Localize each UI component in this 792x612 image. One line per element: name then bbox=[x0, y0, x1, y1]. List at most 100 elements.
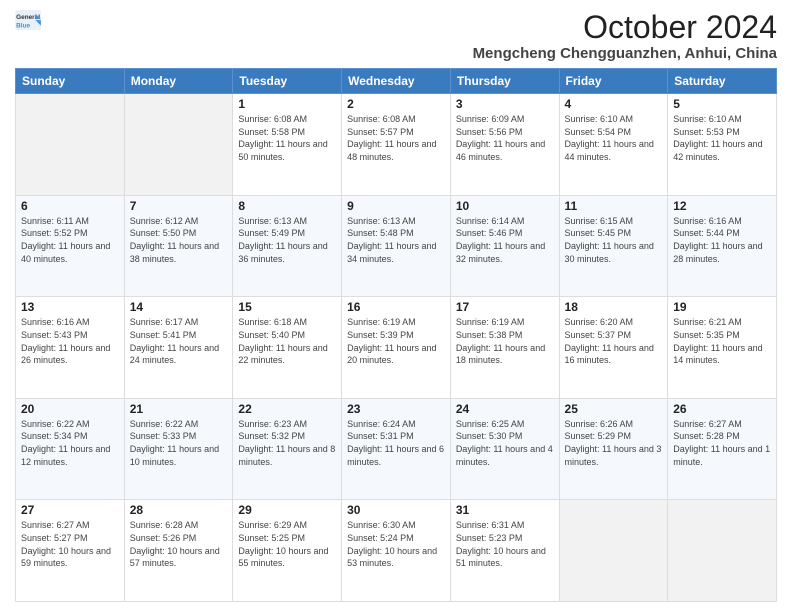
day-info: Sunrise: 6:22 AM Sunset: 5:33 PM Dayligh… bbox=[130, 418, 228, 468]
calendar-cell bbox=[124, 94, 233, 196]
day-number: 20 bbox=[21, 402, 119, 416]
calendar-cell: 9 Sunrise: 6:13 AM Sunset: 5:48 PM Daylig… bbox=[342, 195, 451, 297]
day-number: 31 bbox=[456, 503, 554, 517]
calendar-cell: 31 Sunrise: 6:31 AM Sunset: 5:23 PM Dayli… bbox=[450, 500, 559, 602]
day-number: 5 bbox=[673, 97, 771, 111]
calendar-cell: 19 Sunrise: 6:21 AM Sunset: 5:35 PM Dayli… bbox=[668, 297, 777, 399]
day-info: Sunrise: 6:10 AM Sunset: 5:54 PM Dayligh… bbox=[565, 113, 663, 163]
day-number: 24 bbox=[456, 402, 554, 416]
day-number: 3 bbox=[456, 97, 554, 111]
col-thursday: Thursday bbox=[450, 69, 559, 94]
calendar-cell: 11 Sunrise: 6:15 AM Sunset: 5:45 PM Dayli… bbox=[559, 195, 668, 297]
calendar-cell: 1Sunrise: 6:08 AM Sunset: 5:58 PM Daylig… bbox=[233, 94, 342, 196]
calendar-cell: 27 Sunrise: 6:27 AM Sunset: 5:27 PM Dayli… bbox=[16, 500, 125, 602]
calendar-cell: 26 Sunrise: 6:27 AM Sunset: 5:28 PM Dayli… bbox=[668, 398, 777, 500]
day-info: Sunrise: 6:08 AM Sunset: 5:57 PM Dayligh… bbox=[347, 113, 445, 163]
calendar-cell: 29 Sunrise: 6:29 AM Sunset: 5:25 PM Dayli… bbox=[233, 500, 342, 602]
page: General Blue October 2024 Mengcheng Chen… bbox=[0, 0, 792, 612]
calendar-cell: 6 Sunrise: 6:11 AM Sunset: 5:52 PM Daylig… bbox=[16, 195, 125, 297]
day-info: Sunrise: 6:31 AM Sunset: 5:23 PM Dayligh… bbox=[456, 519, 554, 569]
calendar-cell: 21 Sunrise: 6:22 AM Sunset: 5:33 PM Dayli… bbox=[124, 398, 233, 500]
calendar-table: Sunday Monday Tuesday Wednesday Thursday… bbox=[15, 68, 777, 602]
day-info: Sunrise: 6:27 AM Sunset: 5:27 PM Dayligh… bbox=[21, 519, 119, 569]
day-info: Sunrise: 6:16 AM Sunset: 5:43 PM Dayligh… bbox=[21, 316, 119, 366]
calendar-cell: 15 Sunrise: 6:18 AM Sunset: 5:40 PM Dayli… bbox=[233, 297, 342, 399]
day-info: Sunrise: 6:09 AM Sunset: 5:56 PM Dayligh… bbox=[456, 113, 554, 163]
title-section: October 2024 Mengcheng Chengguanzhen, An… bbox=[473, 10, 777, 62]
calendar-cell: 25 Sunrise: 6:26 AM Sunset: 5:29 PM Dayli… bbox=[559, 398, 668, 500]
day-info: Sunrise: 6:12 AM Sunset: 5:50 PM Dayligh… bbox=[130, 215, 228, 265]
col-friday: Friday bbox=[559, 69, 668, 94]
calendar-week-2: 6 Sunrise: 6:11 AM Sunset: 5:52 PM Daylig… bbox=[16, 195, 777, 297]
day-info: Sunrise: 6:24 AM Sunset: 5:31 PM Dayligh… bbox=[347, 418, 445, 468]
day-number: 8 bbox=[238, 199, 336, 213]
day-number: 17 bbox=[456, 300, 554, 314]
logo: General Blue bbox=[15, 10, 43, 32]
day-number: 18 bbox=[565, 300, 663, 314]
svg-text:Blue: Blue bbox=[16, 22, 30, 29]
day-info: Sunrise: 6:15 AM Sunset: 5:45 PM Dayligh… bbox=[565, 215, 663, 265]
header: General Blue October 2024 Mengcheng Chen… bbox=[15, 10, 777, 62]
col-tuesday: Tuesday bbox=[233, 69, 342, 94]
day-info: Sunrise: 6:21 AM Sunset: 5:35 PM Dayligh… bbox=[673, 316, 771, 366]
calendar-cell: 12 Sunrise: 6:16 AM Sunset: 5:44 PM Dayli… bbox=[668, 195, 777, 297]
day-info: Sunrise: 6:20 AM Sunset: 5:37 PM Dayligh… bbox=[565, 316, 663, 366]
day-number: 27 bbox=[21, 503, 119, 517]
col-wednesday: Wednesday bbox=[342, 69, 451, 94]
day-number: 2 bbox=[347, 97, 445, 111]
calendar-cell: 14 Sunrise: 6:17 AM Sunset: 5:41 PM Dayli… bbox=[124, 297, 233, 399]
day-number: 22 bbox=[238, 402, 336, 416]
day-number: 6 bbox=[21, 199, 119, 213]
day-number: 15 bbox=[238, 300, 336, 314]
day-number: 29 bbox=[238, 503, 336, 517]
day-number: 13 bbox=[21, 300, 119, 314]
col-monday: Monday bbox=[124, 69, 233, 94]
calendar-cell: 30 Sunrise: 6:30 AM Sunset: 5:24 PM Dayli… bbox=[342, 500, 451, 602]
day-number: 14 bbox=[130, 300, 228, 314]
main-title: October 2024 bbox=[473, 10, 777, 45]
day-info: Sunrise: 6:28 AM Sunset: 5:26 PM Dayligh… bbox=[130, 519, 228, 569]
calendar-cell: 4 Sunrise: 6:10 AM Sunset: 5:54 PM Daylig… bbox=[559, 94, 668, 196]
day-number: 10 bbox=[456, 199, 554, 213]
day-info: Sunrise: 6:22 AM Sunset: 5:34 PM Dayligh… bbox=[21, 418, 119, 468]
calendar-header-row: Sunday Monday Tuesday Wednesday Thursday… bbox=[16, 69, 777, 94]
day-number: 19 bbox=[673, 300, 771, 314]
day-number: 25 bbox=[565, 402, 663, 416]
day-info: Sunrise: 6:13 AM Sunset: 5:48 PM Dayligh… bbox=[347, 215, 445, 265]
logo-icon: General Blue bbox=[15, 10, 43, 32]
day-number: 30 bbox=[347, 503, 445, 517]
calendar-cell: 10Sunrise: 6:14 AM Sunset: 5:46 PM Dayli… bbox=[450, 195, 559, 297]
calendar-week-5: 27 Sunrise: 6:27 AM Sunset: 5:27 PM Dayli… bbox=[16, 500, 777, 602]
day-info: Sunrise: 6:19 AM Sunset: 5:39 PM Dayligh… bbox=[347, 316, 445, 366]
calendar-cell bbox=[16, 94, 125, 196]
day-number: 12 bbox=[673, 199, 771, 213]
day-number: 21 bbox=[130, 402, 228, 416]
calendar-week-1: 1Sunrise: 6:08 AM Sunset: 5:58 PM Daylig… bbox=[16, 94, 777, 196]
day-info: Sunrise: 6:26 AM Sunset: 5:29 PM Dayligh… bbox=[565, 418, 663, 468]
day-number: 11 bbox=[565, 199, 663, 213]
day-number: 9 bbox=[347, 199, 445, 213]
day-number: 26 bbox=[673, 402, 771, 416]
day-info: Sunrise: 6:18 AM Sunset: 5:40 PM Dayligh… bbox=[238, 316, 336, 366]
day-info: Sunrise: 6:27 AM Sunset: 5:28 PM Dayligh… bbox=[673, 418, 771, 468]
subtitle: Mengcheng Chengguanzhen, Anhui, China bbox=[473, 45, 777, 62]
day-number: 23 bbox=[347, 402, 445, 416]
calendar-cell bbox=[668, 500, 777, 602]
day-info: Sunrise: 6:11 AM Sunset: 5:52 PM Dayligh… bbox=[21, 215, 119, 265]
calendar-cell bbox=[559, 500, 668, 602]
col-sunday: Sunday bbox=[16, 69, 125, 94]
calendar-cell: 8 Sunrise: 6:13 AM Sunset: 5:49 PM Daylig… bbox=[233, 195, 342, 297]
day-info: Sunrise: 6:29 AM Sunset: 5:25 PM Dayligh… bbox=[238, 519, 336, 569]
day-number: 4 bbox=[565, 97, 663, 111]
calendar-cell: 17Sunrise: 6:19 AM Sunset: 5:38 PM Dayli… bbox=[450, 297, 559, 399]
day-number: 1 bbox=[238, 97, 336, 111]
day-number: 28 bbox=[130, 503, 228, 517]
calendar-cell: 20 Sunrise: 6:22 AM Sunset: 5:34 PM Dayli… bbox=[16, 398, 125, 500]
day-info: Sunrise: 6:16 AM Sunset: 5:44 PM Dayligh… bbox=[673, 215, 771, 265]
day-number: 7 bbox=[130, 199, 228, 213]
day-info: Sunrise: 6:30 AM Sunset: 5:24 PM Dayligh… bbox=[347, 519, 445, 569]
day-info: Sunrise: 6:13 AM Sunset: 5:49 PM Dayligh… bbox=[238, 215, 336, 265]
calendar-cell: 5Sunrise: 6:10 AM Sunset: 5:53 PM Daylig… bbox=[668, 94, 777, 196]
day-info: Sunrise: 6:25 AM Sunset: 5:30 PM Dayligh… bbox=[456, 418, 554, 468]
day-info: Sunrise: 6:17 AM Sunset: 5:41 PM Dayligh… bbox=[130, 316, 228, 366]
